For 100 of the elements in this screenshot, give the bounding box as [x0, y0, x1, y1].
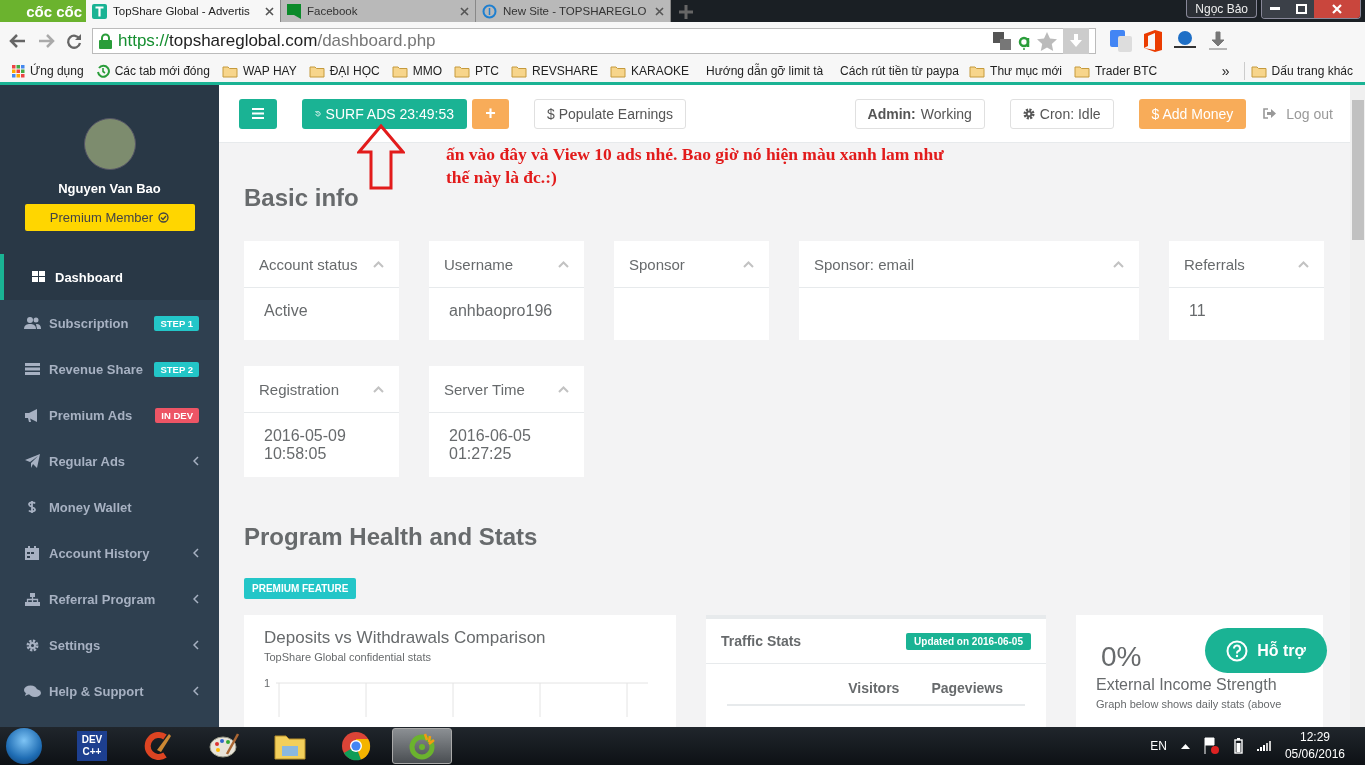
chevron-left-icon [193, 548, 199, 558]
bookmark[interactable]: Hướng dẫn gỡ limit tà [695, 61, 830, 81]
folder-icon [274, 732, 306, 760]
language-indicator[interactable]: EN [1150, 739, 1167, 753]
bookmark[interactable]: ĐẠI HỌC [302, 61, 386, 81]
maximize-icon [1295, 4, 1307, 14]
percent-value: 0% [1100, 641, 1142, 673]
coccoc-icon [407, 731, 437, 761]
sidebar-item[interactable]: Money Wallet [0, 484, 219, 530]
profile-button[interactable]: Ngọc Bảo [1186, 0, 1257, 18]
translate-icon[interactable] [993, 32, 1011, 50]
annotation-text: ấn vào đây và View 10 ads nhé. Bao giờ nó hiện màu xanh lam như thế này là đc.:) [446, 143, 945, 189]
menu-button[interactable] [239, 98, 277, 129]
close-button[interactable] [1314, 0, 1360, 18]
chart-title: Deposits vs Withdrawals Comparison [264, 628, 547, 648]
chevron-left-icon [193, 456, 199, 466]
close-icon[interactable] [460, 6, 469, 16]
clock-time[interactable]: 12:29 [1284, 729, 1345, 746]
sidebar-item[interactable]: Subscription STEP 1 [0, 300, 219, 346]
column-header: Visitors [848, 680, 900, 696]
membership-badge: Premium Member [24, 204, 195, 231]
section-heading: Program Health and Stats [244, 522, 539, 552]
bookmark[interactable]: Trader BTC [1068, 61, 1164, 81]
calendar-icon [25, 546, 39, 560]
bookmark[interactable]: Các tab mới đóng [89, 61, 216, 81]
bookmark[interactable]: REVSHARE [505, 61, 605, 81]
folder-icon [308, 64, 325, 78]
bookmark[interactable]: Cách rút tiền từ paypa [829, 61, 964, 81]
page-icon [287, 3, 301, 19]
card-title: External Income Strength [1096, 676, 1278, 694]
card-title: Account status [259, 255, 358, 273]
card-title: Username [444, 255, 514, 273]
close-icon[interactable] [655, 6, 664, 16]
browser-tab[interactable]: New Site - TOPSHAREGLO [476, 0, 671, 22]
close-icon[interactable] [265, 6, 274, 16]
sidebar-item[interactable]: Account History [0, 530, 219, 576]
sidebar-item[interactable]: Referral Program [0, 576, 219, 622]
grid-icon [31, 271, 45, 283]
question-circle-icon [1226, 639, 1249, 662]
sidebar-item[interactable]: Regular Ads [0, 438, 219, 484]
browser-tab[interactable]: Facebook [281, 0, 476, 22]
minimize-button[interactable] [1262, 0, 1288, 18]
cron-status-button[interactable]: Cron: Idle [1009, 98, 1114, 129]
bookmark[interactable]: Ứng dụng [6, 61, 90, 81]
folder-icon [969, 64, 986, 78]
chevron-left-icon [193, 640, 199, 650]
sidebar-item[interactable]: Revenue Share STEP 2 [0, 346, 219, 392]
sign-out-icon [1263, 108, 1277, 119]
folder-icon [391, 64, 408, 78]
folder-icon [454, 64, 470, 78]
download-icon [1069, 34, 1083, 48]
updated-label: Updated on 2016-06-05 [906, 632, 1031, 650]
browser-tab[interactable]: TopShare Global - Advertis [86, 0, 281, 22]
sidebar-item[interactable]: Premium Ads IN DEV [0, 392, 219, 438]
download-icon[interactable] [1208, 31, 1228, 51]
chart-subtitle: TopShare Global confidential stats [264, 651, 432, 663]
sidebar-item[interactable]: Dashboard [0, 254, 219, 300]
history-icon [95, 64, 110, 78]
bookmark[interactable]: MMO [385, 61, 448, 81]
section-heading: Basic info [244, 183, 360, 213]
sidebar-item[interactable]: Settings [0, 622, 219, 668]
taskbar-app[interactable]: DEV C++ [62, 728, 122, 764]
address-bar[interactable]: https://topshareglobal.com/dashboard.php [92, 28, 1096, 54]
office-icon[interactable] [1144, 30, 1162, 52]
populate-earnings-button[interactable]: $ Populate Earnings [534, 98, 687, 129]
folder-icon [221, 64, 238, 78]
signal-icon[interactable] [1256, 741, 1271, 751]
paper-plane-icon [24, 454, 40, 468]
card-title: Referrals [1184, 255, 1245, 273]
apps-grid-icon [12, 64, 25, 78]
card-value: Active [264, 302, 308, 319]
maximize-button[interactable] [1288, 0, 1314, 18]
translate-icon[interactable] [1110, 30, 1132, 52]
dev-cpp-icon: DEV C++ [77, 731, 107, 761]
card-title: Sponsor [629, 255, 685, 273]
scrollbar-thumb[interactable] [1352, 100, 1364, 240]
check-circle-icon [158, 212, 170, 223]
folder-icon [1074, 64, 1090, 78]
column-header: Pageviews [931, 680, 1003, 696]
card-title: Traffic Stats [721, 633, 802, 649]
palette-icon [209, 732, 239, 760]
chrome-icon [341, 731, 371, 761]
bookmark[interactable]: KARAOKE [604, 61, 696, 81]
up-arrow-drawing [357, 124, 405, 190]
bookmark[interactable]: Dấu trang khác [1244, 61, 1359, 81]
bookmark[interactable]: PTC [448, 61, 505, 81]
caret-up-icon[interactable] [1180, 743, 1190, 749]
battery-icon[interactable] [1233, 738, 1243, 754]
flag-icon[interactable] [1203, 737, 1220, 755]
sidebar-item[interactable]: Help & Support [0, 668, 219, 714]
card-note: Graph below shows daily stats (above [1096, 698, 1283, 710]
bookmark[interactable]: Thư mục mới [963, 61, 1068, 81]
folder-icon [511, 64, 527, 78]
clock-date[interactable]: 05/06/2016 [1284, 746, 1345, 763]
admin-status-button[interactable]: Admin: Working [854, 98, 985, 129]
more-bookmarks-button[interactable]: » [1215, 63, 1236, 79]
star-icon[interactable] [1037, 31, 1057, 51]
bookmark[interactable]: WAP HAY [215, 61, 303, 81]
start-button[interactable] [6, 728, 42, 764]
folder-icon [1250, 64, 1267, 78]
